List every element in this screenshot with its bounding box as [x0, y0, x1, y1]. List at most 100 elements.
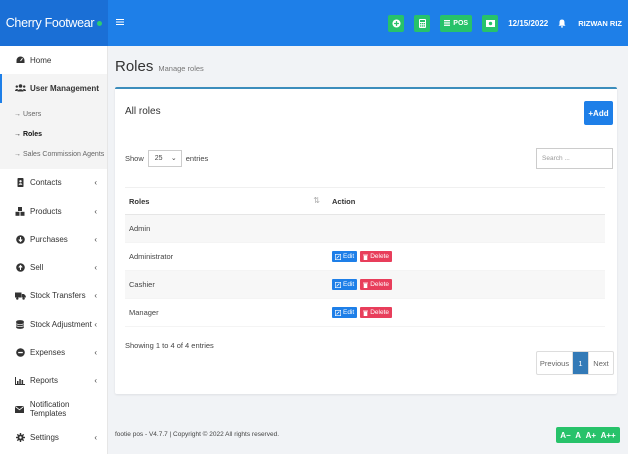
cog-icon [14, 432, 26, 442]
delete-button[interactable]: Delete [360, 307, 392, 318]
cash-register-button[interactable] [482, 14, 499, 32]
search-input[interactable]: Search ... [536, 148, 613, 169]
role-name: Administrator [129, 252, 174, 261]
role-actions: Edit Delete [320, 243, 605, 270]
chevron-left-icon: ‹ [94, 376, 97, 386]
sidebar-item-purchases[interactable]: Purchases ‹ [0, 225, 107, 253]
sidebar-item-label: Expenses [30, 348, 66, 358]
edit-icon [335, 281, 341, 288]
trash-icon [363, 254, 369, 260]
sidebar-subitem-sales-commission-agents[interactable]: → Sales Commission Agents [0, 145, 107, 165]
previous-page-button[interactable]: Previous [537, 352, 573, 374]
table-row: Manager Edit Delete [125, 299, 605, 327]
tachometer-icon [14, 56, 26, 64]
money-icon [485, 19, 495, 27]
navbar: POS 12/15/2022 RIZWAN RIZ [108, 0, 628, 46]
add-role-button[interactable]: +Add [584, 101, 613, 125]
sidebar-item-settings[interactable]: Settings ‹ [0, 423, 107, 451]
calculator-icon [418, 18, 426, 28]
sidebar-item-label: User Management [30, 83, 99, 93]
delete-button[interactable]: Delete [360, 251, 392, 262]
edit-icon [335, 253, 341, 260]
role-name: Admin [129, 224, 151, 233]
brand-logo[interactable]: Cherry Footwear [0, 0, 108, 46]
sidebar-item-sell[interactable]: Sell ‹ [0, 253, 107, 281]
role-name: Cashier [129, 280, 155, 289]
arrow-circle-up-icon [14, 263, 26, 272]
table-info: Showing 1 to 4 of 4 entries [125, 341, 214, 350]
chevron-left-icon: ‹ [94, 178, 97, 188]
chevron-left-icon: ‹ [94, 263, 97, 273]
box-title: All roles [125, 106, 161, 117]
sidebar-item-user-management[interactable]: User Management ‹ [0, 74, 107, 103]
column-header-roles[interactable]: Roles ⇅ [125, 188, 320, 214]
chevron-left-icon: ‹ [94, 234, 97, 244]
edit-button[interactable]: Edit [332, 251, 358, 262]
sidebar-item-label: Reports [30, 376, 59, 386]
minus-circle-icon [14, 348, 26, 357]
delete-label: Delete [370, 253, 389, 260]
sidebar-item-label: Purchases [30, 234, 68, 244]
edit-button[interactable]: Edit [332, 307, 358, 318]
envelope-icon [14, 405, 26, 413]
edit-icon [335, 309, 341, 316]
sidebar-item-label: Sell [30, 263, 44, 273]
footer-text: footie pos - V4.7.7 | Copyright © 2022 A… [115, 431, 280, 438]
calculator-button[interactable] [414, 14, 431, 32]
sidebar-subitem-roles[interactable]: → Roles [0, 125, 107, 145]
bell-icon[interactable] [558, 19, 566, 28]
sidebar-item-stock-adjustment[interactable]: Stock Adjustment ‹ [0, 310, 107, 338]
brand-name: Cherry Footwear [5, 16, 95, 30]
database-icon [14, 319, 26, 329]
font-size-controls: A− A A+ A++ [556, 427, 620, 443]
sidebar-item-label: Contacts [30, 178, 62, 188]
navbar-actions: POS 12/15/2022 RIZWAN RIZ [388, 0, 628, 46]
column-header-action: Action [332, 196, 356, 206]
font-increase-more-button[interactable]: A++ [601, 431, 616, 440]
edit-label: Edit [343, 309, 355, 316]
top-bar: Cherry Footwear POS 12/15/2022 RIZWAN RI… [0, 0, 628, 46]
add-expense-button[interactable] [388, 14, 405, 32]
role-actions: Edit Delete [320, 299, 605, 326]
pos-button[interactable]: POS [440, 14, 473, 32]
address-book-icon [14, 178, 26, 188]
page-size-value: 25 [154, 155, 163, 162]
sidebar-item-label: Stock Transfers [30, 291, 86, 301]
current-date: 12/15/2022 [508, 18, 549, 28]
roles-table: Roles ⇅ Action Admin Administrator Edit [125, 187, 605, 327]
grid-icon [444, 20, 451, 26]
chevron-down-icon: ⌄ [170, 155, 177, 162]
role-actions: Edit Delete [320, 271, 605, 298]
page-length-control: Show 25 ⌄ entries [125, 150, 208, 167]
sidebar-item-label: Stock Adjustment [30, 319, 92, 329]
show-label: Show [125, 154, 144, 163]
page-subtitle: Manage roles [158, 64, 204, 73]
role-actions [320, 215, 605, 242]
sidebar-item-home[interactable]: Home [0, 46, 107, 74]
sidebar-subitem-users[interactable]: → Users [0, 105, 107, 125]
font-decrease-button[interactable]: A− [560, 431, 570, 440]
delete-button[interactable]: Delete [360, 279, 392, 290]
roles-box: All roles +Add Show 25 ⌄ entries Search … [115, 87, 617, 394]
entries-label: entries [185, 154, 209, 163]
chevron-left-icon: ‹ [94, 206, 97, 216]
user-menu[interactable]: RIZWAN RIZ [578, 19, 622, 28]
sidebar-item-contacts[interactable]: Contacts ‹ [0, 169, 107, 197]
delete-label: Delete [370, 281, 389, 288]
sidebar-item-reports[interactable]: Reports ‹ [0, 367, 107, 395]
sidebar-item-products[interactable]: Products ‹ [0, 197, 107, 225]
truck-icon [14, 292, 26, 300]
font-increase-button[interactable]: A+ [586, 431, 596, 440]
edit-button[interactable]: Edit [332, 279, 358, 290]
menu-icon[interactable] [116, 18, 130, 29]
sidebar-item-expenses[interactable]: Expenses ‹ [0, 338, 107, 366]
trash-icon [363, 310, 369, 316]
sidebar-item-notification-templates[interactable]: Notification Templates [0, 395, 107, 423]
trash-icon [363, 282, 369, 288]
sidebar-item-stock-transfers[interactable]: Stock Transfers ‹ [0, 282, 107, 310]
next-page-button[interactable]: Next [588, 352, 613, 374]
font-reset-button[interactable]: A [575, 431, 581, 440]
page-number-button[interactable]: 1 [573, 352, 588, 374]
sidebar-item-label: Products [30, 206, 62, 216]
page-size-select[interactable]: 25 ⌄ [147, 150, 182, 167]
